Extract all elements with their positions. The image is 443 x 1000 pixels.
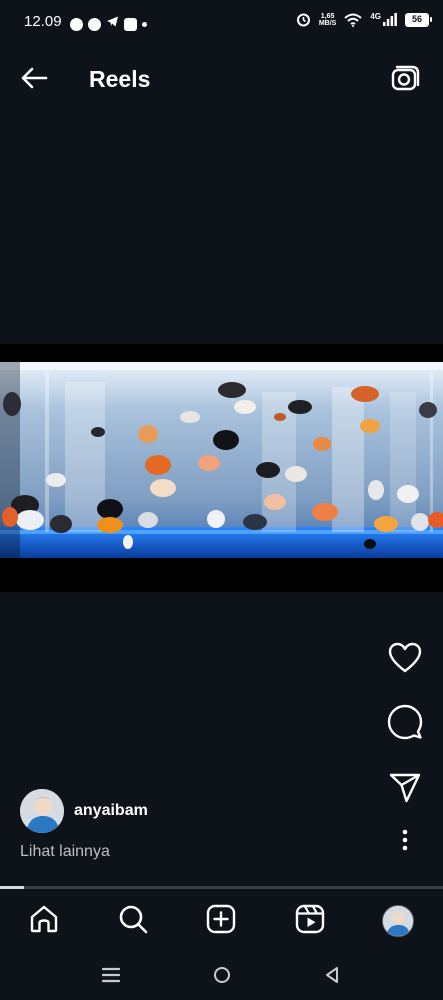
nav-home[interactable]: [26, 903, 62, 939]
reel-video[interactable]: [0, 344, 443, 592]
nav-reels[interactable]: [292, 903, 328, 939]
status-bar: 12.09 1,65 MB/S 4G 56: [0, 0, 443, 48]
network-speed-value: 1,65: [320, 12, 335, 20]
battery-icon: 56: [405, 12, 432, 27]
alarm-icon: [296, 12, 311, 27]
page-title: Reels: [89, 66, 151, 92]
back-button[interactable]: [18, 64, 50, 96]
whatsapp-notification-icon: [88, 17, 101, 31]
like-button[interactable]: [385, 640, 425, 680]
more-options-button[interactable]: [385, 822, 425, 862]
status-time: 12.09: [24, 13, 62, 30]
more-notifications-dot-icon: [142, 21, 147, 27]
nav-profile[interactable]: [380, 903, 416, 939]
recents-icon: [101, 967, 121, 988]
more-vertical-icon: [402, 829, 408, 856]
home-icon: [29, 904, 59, 939]
aquarium-scene: [0, 362, 443, 558]
telegram-notification-icon: [106, 15, 119, 33]
profile-avatar: [382, 905, 414, 937]
reels-screen: 12.09 1,65 MB/S 4G 56 Reels anyaibam Lih…: [0, 0, 443, 1000]
notification-icons: [70, 15, 147, 33]
aquarium-video-frame: [0, 362, 443, 558]
arrow-left-icon: [19, 66, 49, 95]
comment-button[interactable]: [385, 704, 425, 744]
network-type: 4G: [370, 11, 381, 21]
camera-button[interactable]: [389, 64, 421, 96]
author-username[interactable]: anyaibam: [74, 802, 148, 820]
heart-icon: [388, 642, 422, 679]
nav-create[interactable]: [203, 903, 239, 939]
system-status: 1,65 MB/S 4G 56: [296, 11, 432, 27]
comment-icon: [387, 704, 423, 745]
network-speed-unit: MB/S: [318, 19, 337, 27]
search-icon: [118, 904, 148, 939]
system-home-button[interactable]: [208, 963, 236, 991]
reels-icon: [295, 904, 325, 939]
wifi-icon: [344, 13, 362, 27]
send-icon: [389, 773, 421, 808]
network-speed: 1,65 MB/S: [319, 13, 337, 27]
bottom-navigation: [0, 889, 443, 953]
see-more-link[interactable]: Lihat lainnya: [20, 843, 110, 861]
back-triangle-icon: [324, 966, 340, 989]
system-navigation-bar: [0, 953, 443, 1000]
battery-level: 56: [411, 14, 422, 24]
camera-icon: [390, 64, 420, 97]
message-notification-icon: [70, 17, 83, 31]
recents-button[interactable]: [97, 963, 125, 991]
header: Reels: [0, 52, 443, 108]
author-avatar[interactable]: [20, 789, 64, 833]
system-back-button[interactable]: [318, 963, 346, 991]
share-button[interactable]: [385, 770, 425, 810]
nav-search[interactable]: [115, 903, 151, 939]
signal-icon: [383, 13, 397, 26]
shop-notification-icon: [124, 17, 137, 31]
home-circle-icon: [213, 966, 231, 989]
create-icon: [206, 904, 236, 939]
